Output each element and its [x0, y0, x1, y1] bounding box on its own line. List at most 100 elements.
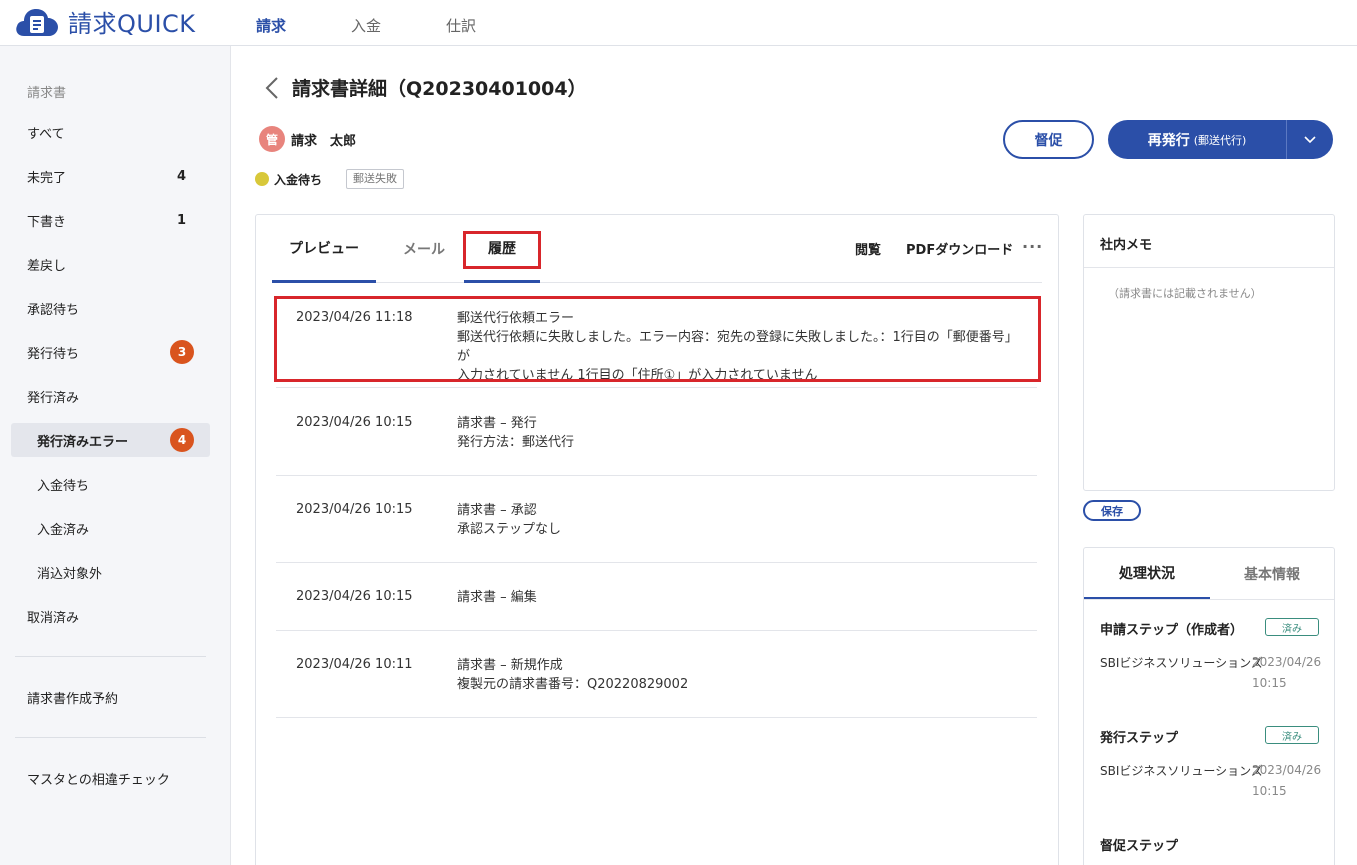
sidebar-divider [15, 656, 206, 657]
sidebar-item-issued[interactable]: 発行済み [11, 379, 210, 413]
tab-bar: プレビュー メール 履歴 閲覧 PDFダウンロード [272, 215, 1042, 283]
step-user: SBIビジネスソリューションズ [1100, 656, 1263, 670]
status-text: 入金待ち [274, 173, 323, 187]
history-desc: 請求書 – 新規作成 複製元の請求書番号：Q20220829002 [457, 656, 1027, 694]
history-desc: 請求書 – 編集 [457, 588, 1027, 607]
history-row: 2023/04/26 10:15 請求書 – 編集 [276, 563, 1037, 631]
step-done-badge: 済み [1265, 618, 1319, 636]
reissue-dropdown-button[interactable] [1287, 120, 1333, 159]
sidebar-badge: 4 [170, 428, 194, 452]
main-nav: 請求 入金 仕訳 [256, 0, 541, 46]
invoice-detail-card: プレビュー メール 履歴 閲覧 PDFダウンロード ··· 2023/04/26… [255, 214, 1059, 865]
sidebar-count: 1 [176, 212, 186, 228]
history-line: 請求書 – 発行 [457, 416, 537, 431]
view-button[interactable]: 閲覧 [855, 239, 881, 258]
sidebar-item-paid[interactable]: 入金済み [11, 511, 210, 545]
sidebar-item-cancelled[interactable]: 取消済み [11, 599, 210, 633]
tab-preview[interactable]: プレビュー [272, 215, 376, 283]
step-title: 督促ステップ [1100, 839, 1179, 854]
history-time: 2023/04/26 10:15 [296, 415, 413, 430]
memo-input[interactable]: （請求書には記載されません） [1108, 285, 1262, 301]
reissue-sublabel: (郵送代行) [1193, 133, 1247, 147]
sidebar-item-label: 差戻し [27, 258, 67, 274]
nav-payment[interactable]: 入金 [351, 0, 381, 46]
history-line: 発行方法：郵送代行 [457, 435, 575, 450]
step-user: SBIビジネスソリューションズ [1100, 764, 1263, 778]
sidebar-item-awaiting-payment[interactable]: 入金待ち [11, 467, 210, 501]
sidebar-item-all[interactable]: すべて [11, 115, 210, 149]
highlight-box-row [274, 296, 1041, 382]
tab-basic-info[interactable]: 基本情報 [1210, 548, 1334, 600]
history-line: 請求書 – 編集 [457, 590, 537, 605]
tab-process-status[interactable]: 処理状況 [1084, 548, 1210, 600]
sidebar-count: 4 [176, 168, 186, 184]
avatar: 管 [259, 126, 285, 152]
sidebar-item-label: 取消済み [27, 610, 80, 626]
more-options-icon[interactable]: ··· [1022, 237, 1043, 256]
sidebar-item-label: 未完了 [27, 170, 67, 186]
status-divider [1084, 599, 1334, 600]
tab-mail[interactable]: メール [384, 215, 464, 283]
step-title: 申請ステップ（作成者） [1100, 623, 1244, 638]
sidebar-item-label: 発行待ち [27, 346, 80, 362]
sidebar-item-returned[interactable]: 差戻し [11, 247, 210, 281]
logo-text: 請求QUICK [68, 9, 196, 38]
pdf-download-button[interactable]: PDFダウンロード [906, 239, 1013, 258]
history-row: 2023/04/26 10:15 請求書 – 承認 承認ステップなし [276, 476, 1037, 563]
memo-title: 社内メモ [1100, 238, 1153, 253]
history-line: 請求書 – 新規作成 [457, 658, 563, 673]
sidebar-item-reservation[interactable]: 請求書作成予約 [11, 680, 210, 714]
sidebar-item-label: 下書き [27, 214, 67, 230]
memo-divider [1084, 267, 1334, 268]
sidebar-item-incomplete[interactable]: 未完了 4 [11, 159, 210, 193]
page-title: 請求書詳細（Q20230401004） [292, 78, 587, 100]
status-card: 処理状況 基本情報 申請ステップ（作成者） 済み SBIビジネスソリューションズ… [1083, 547, 1335, 865]
sidebar-item-draft[interactable]: 下書き 1 [11, 203, 210, 237]
history-row: 2023/04/26 10:11 請求書 – 新規作成 複製元の請求書番号：Q2… [276, 631, 1037, 718]
sidebar-item-awaiting-issue[interactable]: 発行待ち 3 [11, 335, 210, 369]
sidebar-item-label: 消込対象外 [37, 566, 103, 582]
sidebar-item-label: 入金済み [37, 522, 90, 538]
sidebar-item-awaiting-approval[interactable]: 承認待ち [11, 291, 210, 325]
step-done-badge: 済み [1265, 726, 1319, 744]
history-row: 2023/04/26 10:15 請求書 – 発行 発行方法：郵送代行 [276, 388, 1037, 476]
step-date: 2023/04/26 10:15 [1252, 655, 1322, 690]
status-dot-icon [255, 172, 269, 186]
nav-billing[interactable]: 請求 [256, 0, 286, 46]
reissue-label: 再発行 [1147, 132, 1190, 149]
sidebar-item-master-check[interactable]: マスタとの相違チェック [11, 761, 210, 795]
sidebar-item-excluded[interactable]: 消込対象外 [11, 555, 210, 589]
history-line: 承認ステップなし [457, 522, 562, 537]
sidebar-item-label: 発行済み [27, 390, 80, 406]
sidebar-item-label: 請求書作成予約 [27, 691, 119, 707]
sidebar-item-label: 入金待ち [37, 478, 90, 494]
sidebar-item-label: すべて [27, 126, 65, 142]
reissue-button[interactable]: 再発行 (郵送代行) [1108, 120, 1286, 159]
sidebar-item-label: 承認待ち [27, 302, 80, 318]
history-line: 複製元の請求書番号：Q20220829002 [457, 677, 689, 692]
step-date: 2023/04/26 10:15 [1252, 763, 1322, 798]
cloud-document-icon [14, 4, 60, 38]
sidebar-heading: 請求書 [27, 86, 67, 101]
highlight-box-tab [463, 231, 541, 269]
history-time: 2023/04/26 10:11 [296, 657, 413, 672]
save-button[interactable]: 保存 [1083, 500, 1141, 521]
user-name: 請求 太郎 [291, 134, 357, 149]
app-logo[interactable]: 請求QUICK [14, 4, 196, 38]
status-badge: 郵送失敗 [346, 169, 404, 189]
sidebar-item-label: マスタとの相違チェック [27, 772, 170, 788]
history-desc: 請求書 – 発行 発行方法：郵送代行 [457, 414, 1027, 452]
step-title: 発行ステップ [1100, 731, 1179, 746]
sidebar-badge: 3 [170, 340, 194, 364]
nav-journal[interactable]: 仕訳 [446, 0, 476, 46]
top-bar: 請求QUICK 請求 入金 仕訳 [0, 0, 1357, 46]
sidebar-item-issued-error[interactable]: 発行済みエラー 4 [11, 423, 210, 457]
history-line: 請求書 – 承認 [457, 503, 537, 518]
sidebar-divider [15, 737, 206, 738]
chevron-down-icon [1304, 135, 1316, 143]
button-separator [1286, 120, 1287, 159]
history-time: 2023/04/26 10:15 [296, 502, 413, 517]
history-desc: 請求書 – 承認 承認ステップなし [457, 501, 1027, 539]
remind-button[interactable]: 督促 [1003, 120, 1094, 159]
back-chevron-icon[interactable] [262, 76, 282, 100]
